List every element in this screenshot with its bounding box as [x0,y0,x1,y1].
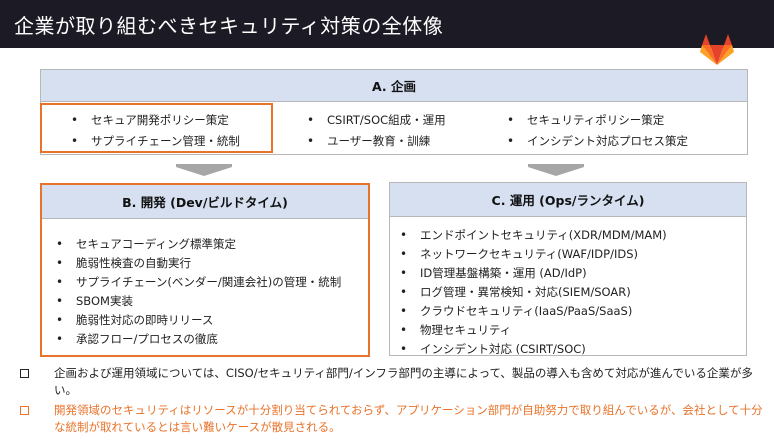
notes: 企画および運用領域については、CISO/セキュリティ部門/インフラ部門の主導によ… [16,365,766,439]
list-item: ログ管理・異常検知・対応(SIEM/SOAR) [396,283,667,302]
list-item: セキュリティポリシー策定 [503,110,688,131]
list-item: 承認フロー/プロセスの徹底 [52,330,341,349]
list-item: CSIRT/SOC組成・運用 [303,110,446,131]
checkbox-bullet-icon [20,406,29,415]
list-item: セキュアコーディング標準策定 [52,235,341,254]
arrow-down-left-icon [176,167,232,176]
list-item: SBOM実装 [52,292,341,311]
list-item: インシデント対応プロセス策定 [503,131,688,152]
note-item-highlight: 開発領域のセキュリティはリソースが十分割り当てられておらず、アプリケーション部門… [16,402,766,436]
list-item: 物理セキュリティ [396,321,667,340]
list-item: ネットワークセキュリティ(WAF/IDP/IDS) [396,245,667,264]
note-item: 企画および運用領域については、CISO/セキュリティ部門/インフラ部門の主導によ… [16,365,766,399]
note-text: 企画および運用領域については、CISO/セキュリティ部門/インフラ部門の主導によ… [54,366,753,397]
plan-column-2: CSIRT/SOC組成・運用 ユーザー教育・訓練 [303,110,446,152]
list-item: クラウドセキュリティ(IaaS/PaaS/SaaS) [396,302,667,321]
list-item: エンドポイントセキュリティ(XDR/MDM/MAM) [396,226,667,245]
gitlab-tanuki-icon [700,34,734,65]
list-item: ID管理基盤構築・運用 (AD/IdP) [396,264,667,283]
plan-column-3: セキュリティポリシー策定 インシデント対応プロセス策定 [503,110,688,152]
list-item: インシデント対応 (CSIRT/SOC) [396,340,667,359]
note-text: 開発領域のセキュリティはリソースが十分割り当てられておらず、アプリケーション部門… [54,403,763,434]
arrow-down-right-icon [528,167,584,176]
checkbox-bullet-icon [20,369,29,378]
plan-highlight-frame [40,103,273,153]
page-title: 企業が取り組むべきセキュリティ対策の全体像 [14,14,444,38]
ops-list: エンドポイントセキュリティ(XDR/MDM/MAM) ネットワークセキュリティ(… [396,226,667,359]
ops-header: C. 運用 (Ops/ランタイム) [390,183,746,217]
dev-box: B. 開発 (Dev/ビルドタイム) セキュアコーディング標準策定 脆弱性検査の… [40,183,370,357]
list-item: ユーザー教育・訓練 [303,131,446,152]
title-bar: 企業が取り組むべきセキュリティ対策の全体像 [0,0,774,48]
list-item: サプライチェーン(ベンダー/関連会社)の管理・統制 [52,273,341,292]
dev-list: セキュアコーディング標準策定 脆弱性検査の自動実行 サプライチェーン(ベンダー/… [52,235,341,349]
list-item: 脆弱性対応の即時リリース [52,311,341,330]
plan-header: A. 企画 [41,70,747,102]
dev-header: B. 開発 (Dev/ビルドタイム) [42,185,368,219]
ops-box: C. 運用 (Ops/ランタイム) エンドポイントセキュリティ(XDR/MDM/… [389,182,747,359]
list-item: 脆弱性検査の自動実行 [52,254,341,273]
